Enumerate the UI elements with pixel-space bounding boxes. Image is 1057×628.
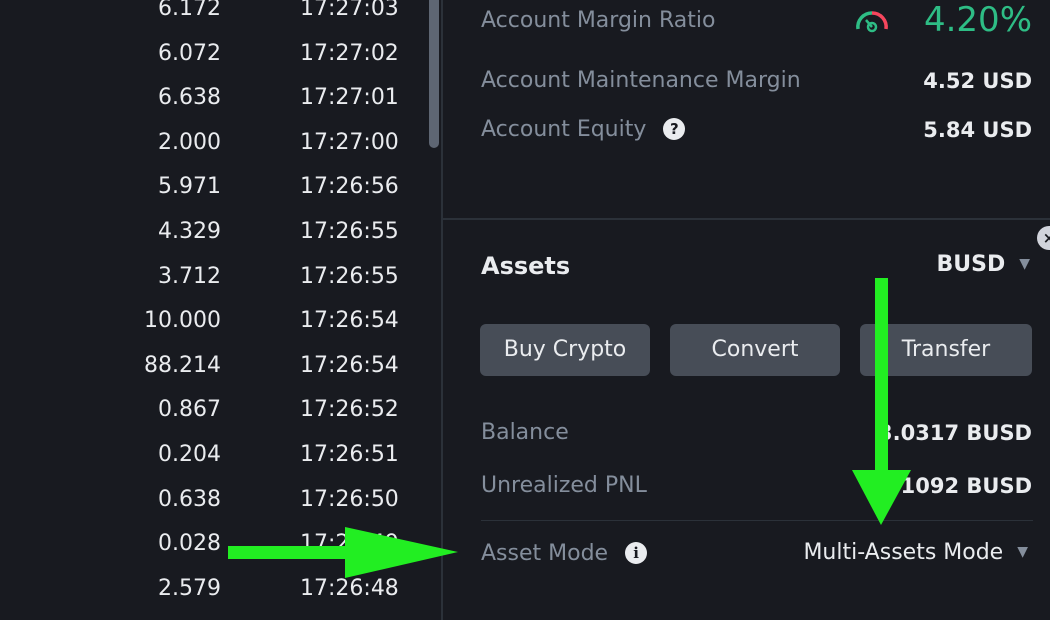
trade-amount: 0.638 [158,486,221,512]
trade-amount: 2.625 [158,618,221,620]
trade-time: 17:26:56 [300,174,399,200]
trade-amount: 88.214 [144,352,221,378]
trade-amount: 6.638 [158,85,221,111]
info-icon[interactable]: i [625,542,648,564]
trade-amount: 4.329 [158,219,221,244]
trade-time: 17:26:54 [300,352,399,378]
trade-time: 17:26:49 [300,531,399,557]
screen: 6.172 17:27:03 6.072 17:27:02 6.638 17:27:01 2… [0,0,1050,620]
trade-time: 17:26:51 [300,442,399,467]
trade-time: 17:26:50 [300,486,399,512]
trade-amount: 5.971 [158,174,221,200]
trade-time: 17:27:03 [300,0,399,21]
maintenance-margin-label: Account Maintenance Margin [481,68,801,93]
trade-row: 0.867 17:26:52 [0,395,420,425]
account-equity-label: Account Equity [481,117,647,142]
trade-time: 17:27:02 [300,40,399,66]
caret-down-icon: ▼ [1019,256,1030,272]
trade-row: 2.000 17:27:00 [0,128,420,158]
trade-row: 2.625 17:26:47 [0,618,420,620]
asset-mode-value: Multi-Assets Mode [803,540,1004,565]
recent-trades-list: 6.172 17:27:03 6.072 17:27:02 6.638 17:27:01 2… [0,0,440,620]
trade-row: 0.028 17:26:49 [0,529,420,559]
trade-time: 17:26:54 [300,308,399,334]
trade-row: 5.971 17:26:56 [0,172,420,202]
buy-crypto-button[interactable]: Buy Crypto [480,324,650,376]
trade-amount: 2.579 [158,575,221,601]
trade-row: 6.072 17:27:02 [0,39,420,69]
trade-row: 2.579 17:26:48 [0,574,420,604]
trade-amount: 0.867 [158,397,221,423]
trade-row: 6.638 17:27:01 [0,83,420,113]
account-panel: Account Margin Ratio 4.20% Account Maint… [443,0,1050,620]
caret-down-icon: ▼ [1017,544,1028,560]
trade-row: 10.000 17:26:54 [0,306,420,336]
unrealized-pnl-label: Unrealized PNL [481,473,647,498]
unrealized-pnl-value: 1092 BUSD [900,474,1032,498]
trade-amount: 6.172 [158,0,221,21]
close-icon[interactable]: × [1037,226,1050,250]
trades-scrollbar[interactable] [429,0,439,148]
convert-button[interactable]: Convert [670,324,840,376]
trade-time: 17:26:55 [300,263,399,289]
trade-time: 17:27:01 [300,85,399,111]
trade-row: 6.172 17:27:03 [0,0,420,24]
gauge-icon [856,11,888,33]
asset-mode-divider [481,520,1033,521]
balance-value: 3.0317 BUSD [878,421,1032,445]
asset-mode-select[interactable]: Multi-Assets Mode ▼ [803,540,1028,565]
assets-title: Assets [481,252,571,280]
trade-time: 17:26:55 [300,219,399,244]
trade-time: 17:26:47 [300,618,399,620]
trade-time: 17:26:48 [300,575,399,601]
section-divider [443,218,1050,220]
asset-mode-label: Asset Mode [481,541,609,566]
maintenance-margin-value: 4.52 USD [923,69,1032,93]
trade-row: 4.329 17:26:55 [0,217,420,247]
question-icon[interactable]: ? [663,118,686,140]
margin-ratio-value: 4.20% [923,0,1032,40]
trade-time: 17:26:52 [300,397,399,423]
trade-row: 0.638 17:26:50 [0,485,420,515]
margin-ratio-label: Account Margin Ratio [481,8,716,33]
account-equity-value: 5.84 USD [923,118,1032,142]
trade-row: 0.204 17:26:51 [0,440,420,470]
trade-amount: 2.000 [158,129,221,155]
balance-label: Balance [481,420,569,445]
trade-time: 17:27:00 [300,129,399,155]
asset-mode-row: Asset Mode i [481,541,648,566]
trade-amount: 10.000 [144,308,221,334]
asset-select[interactable]: BUSD ▼ [936,252,1030,277]
trade-amount: 3.712 [158,263,221,289]
trade-amount: 0.204 [158,442,221,467]
asset-select-value: BUSD [936,252,1006,277]
transfer-button[interactable]: Transfer [860,324,1032,376]
trade-row: 88.214 17:26:54 [0,351,420,381]
trade-amount: 0.028 [158,531,221,557]
trade-amount: 6.072 [158,40,221,66]
trade-row: 3.712 17:26:55 [0,262,420,292]
account-equity-row: Account Equity ? [481,117,686,142]
